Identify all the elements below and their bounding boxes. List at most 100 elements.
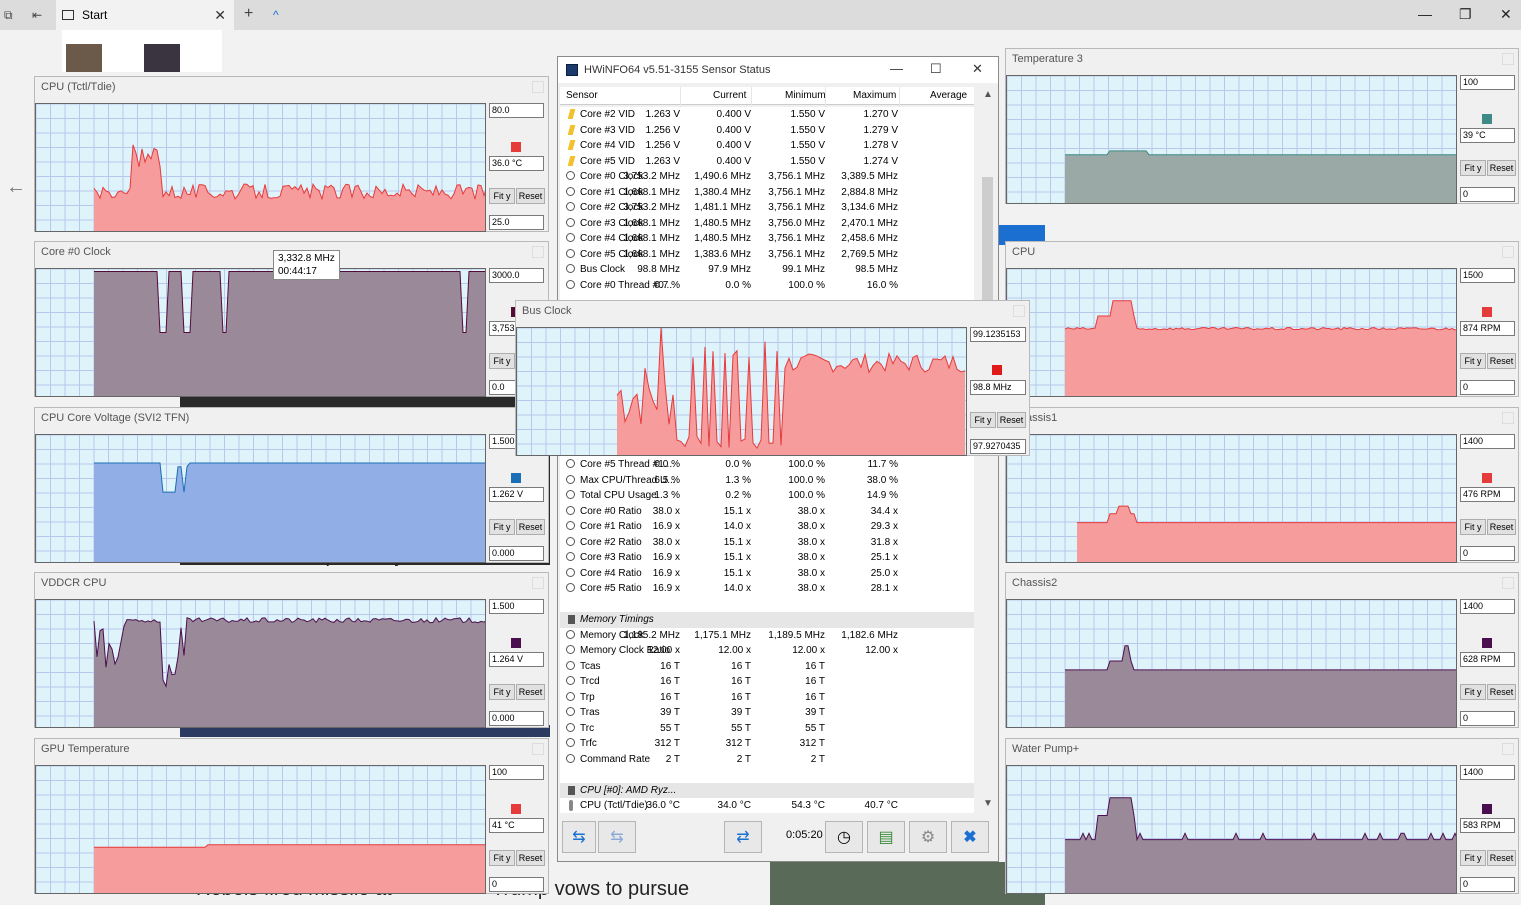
graph-max-field[interactable]: 1400 [1460, 765, 1515, 780]
graph-min-field[interactable]: 0.000 [489, 546, 544, 561]
reset-button[interactable]: Reset [1487, 353, 1516, 369]
column-header-sensor[interactable]: Sensor [566, 90, 598, 101]
graph-close-icon[interactable] [1013, 305, 1025, 317]
maximize-button[interactable]: ☐ [930, 61, 942, 77]
sensor-row[interactable] [560, 767, 974, 783]
set-aside-tabs-icon[interactable]: ⇤ [32, 8, 42, 22]
graph-close-icon[interactable] [1502, 53, 1514, 65]
graph-max-field[interactable]: 80.0 [489, 103, 544, 118]
clock-reset-icon[interactable]: ◷ [825, 821, 863, 853]
fit-y-button[interactable]: Fit y [1460, 519, 1486, 535]
graph-min-field[interactable]: 0 [1460, 380, 1515, 395]
graph-panel-cpu-tctl[interactable]: CPU (Tctl/Tdie) 80.0 36.0 °C Fit y Reset 25.0 [34, 76, 549, 232]
fit-y-button[interactable]: Fit y [970, 412, 996, 428]
tab-preview-chevron-icon[interactable]: ^ [273, 8, 279, 22]
logging-icon[interactable]: ▤ [867, 821, 905, 853]
fit-y-button[interactable]: Fit y [489, 684, 515, 700]
graph-min-field[interactable]: 97.9270435 [970, 439, 1026, 454]
fit-y-button[interactable]: Fit y [1460, 160, 1486, 176]
sensor-row[interactable]: Core #4 Clock 1,668.1 MHz 1,480.5 MHz 3,756… [560, 231, 974, 247]
graph-close-icon[interactable] [1502, 577, 1514, 589]
network-icon[interactable]: ⇄ [724, 821, 762, 853]
sensor-row[interactable]: Bus Clock 98.8 MHz 97.9 MHz 99.1 MHz 98.5 MH… [560, 262, 974, 278]
navigate-sensors-icon[interactable]: ⇆ [562, 821, 596, 853]
sensor-row[interactable]: Core #2 Clock 3,753.2 MHz 1,481.1 MHz 3,756… [560, 200, 974, 216]
graph-close-icon[interactable] [532, 577, 544, 589]
graph-panel-temperature3[interactable]: Temperature 3 100 39 °C Fit y Reset 0 [1005, 48, 1519, 204]
sensor-row[interactable]: Trp 16 T 16 T 16 T [560, 690, 974, 706]
graph-max-field[interactable]: 1400 [1460, 599, 1515, 614]
sensor-row[interactable]: Core #0 Clock 3,753.2 MHz 1,490.6 MHz 3,756… [560, 169, 974, 185]
sensor-row[interactable]: Core #3 Ratio 16.9 x 15.1 x 38.0 x 25.1 x [560, 550, 974, 566]
close-button[interactable]: ✕ [972, 61, 983, 77]
sensor-row[interactable]: Core #4 Ratio 16.9 x 15.1 x 38.0 x 25.0 x [560, 566, 974, 582]
fit-y-button[interactable]: Fit y [1460, 850, 1486, 866]
graph-max-field[interactable]: 100 [1460, 75, 1515, 90]
minimize-button[interactable]: — [1418, 6, 1432, 22]
sensor-row[interactable]: Tcas 16 T 16 T 16 T [560, 659, 974, 675]
graph-max-field[interactable]: 100 [489, 765, 544, 780]
graph-min-field[interactable]: 0 [1460, 546, 1515, 561]
reset-button[interactable]: Reset [1487, 160, 1516, 176]
minimize-button[interactable]: — [890, 61, 903, 76]
graph-panel-gpu-temp[interactable]: GPU Temperature 100 41 °C Fit y Reset 0 [34, 738, 549, 894]
graph-panel-core0-clock[interactable]: Core #0 Clock 3,332.8 MHz 00:44:17 3000.0 3,… [34, 241, 549, 397]
sensor-row[interactable]: Core #0 Ratio 38.0 x 15.1 x 38.0 x 34.4 x [560, 504, 974, 520]
fit-y-button[interactable]: Fit y [1460, 684, 1486, 700]
graph-panel-cpu-core-voltage[interactable]: CPU Core Voltage (SVI2 TFN) 1.500 1.262 VF… [34, 407, 549, 563]
sensor-row[interactable]: Core #1 Clock 1,668.1 MHz 1,380.4 MHz 3,756… [560, 185, 974, 201]
sensor-row[interactable]: Core #5 Thread #1... 0.0 % 0.0 % 100.0 % 11.… [560, 457, 974, 473]
graph-max-field[interactable]: 99.1235153 [970, 327, 1026, 342]
scroll-down-icon[interactable]: ▼ [983, 798, 993, 809]
reset-button[interactable]: Reset [516, 188, 545, 204]
close-button[interactable]: ✕ [1500, 6, 1512, 23]
sensor-row[interactable]: Memory Clock Ratio 12.00 x 12.00 x 12.00 x1… [560, 643, 974, 659]
sensor-row[interactable]: Core #4 VID 1.256 V 0.400 V 1.550 V 1.278 V [560, 138, 974, 154]
sensor-row[interactable] [560, 597, 974, 613]
series-color-swatch[interactable] [511, 638, 521, 648]
sensor-row[interactable]: Trfc 312 T 312 T 312 T [560, 736, 974, 752]
sensor-row[interactable]: Max CPU/Thread U... 6.5 % 1.3 % 100.0 % 38.0… [560, 473, 974, 489]
tab-manager-icon[interactable]: ⧉ [4, 8, 13, 23]
series-color-swatch[interactable] [511, 142, 521, 152]
graph-close-icon[interactable] [1502, 246, 1514, 258]
graph-panel-fan-cpu[interactable]: CPU 1500 874 RPM Fit y Reset 0 [1005, 241, 1519, 397]
sensor-row[interactable]: Core #0 Thread #0... 0.7 % 0.0 % 100.0 % 16.… [560, 278, 974, 294]
graph-max-field[interactable]: 1400 [1460, 434, 1515, 449]
series-color-swatch[interactable] [511, 804, 521, 814]
column-header-maximum[interactable]: Maximum [853, 90, 896, 101]
sensor-row[interactable]: Memory Clock 1,185.2 MHz 1,175.1 MHz 1,189.… [560, 628, 974, 644]
reset-button[interactable]: Reset [1487, 684, 1516, 700]
close-x-icon[interactable]: ✖ [951, 821, 989, 853]
reset-button[interactable]: Reset [997, 412, 1026, 428]
series-color-swatch[interactable] [1482, 638, 1492, 648]
sensor-row[interactable]: Core #5 Clock 1,668.1 MHz 1,383.6 MHz 3,756… [560, 247, 974, 263]
sensor-row[interactable]: Core #5 Ratio 16.9 x 14.0 x 38.0 x 28.1 x [560, 581, 974, 597]
settings-gear-icon[interactable]: ⚙ [909, 821, 947, 853]
sensor-row[interactable]: Trcd 16 T 16 T 16 T [560, 674, 974, 690]
graph-min-field[interactable]: 0 [1460, 187, 1515, 202]
sensor-row[interactable]: Command Rate 2 T 2 T 2 T [560, 752, 974, 768]
tab-preview-thumbnail[interactable] [62, 30, 222, 72]
fit-y-button[interactable]: Fit y [489, 519, 515, 535]
graph-max-field[interactable]: 3000.0 [489, 268, 544, 283]
graph-min-field[interactable]: 0.000 [489, 711, 544, 726]
column-header-current[interactable]: Current [713, 90, 746, 101]
reset-button[interactable]: Reset [1487, 850, 1516, 866]
sensor-row[interactable]: CPU (Tctl/Tdie) 36.0 °C 34.0 °C 54.3 °C 40.7… [560, 798, 974, 814]
graph-min-field[interactable]: 0 [1460, 711, 1515, 726]
window-titlebar[interactable]: HWiNFO64 v5.51-3155 Sensor Status — ☐ ✕ [558, 57, 998, 83]
graph-panel-water-pump[interactable]: Water Pump+ 1400 583 RPM Fit y Reset 0 [1005, 738, 1519, 894]
column-header-average[interactable]: Average [930, 90, 967, 101]
series-color-swatch[interactable] [1482, 473, 1492, 483]
graph-min-field[interactable]: 0 [1460, 877, 1515, 892]
graph-close-icon[interactable] [532, 743, 544, 755]
navigate-groups-icon[interactable]: ⇆ [598, 821, 636, 853]
reset-button[interactable]: Reset [516, 519, 545, 535]
reset-button[interactable]: Reset [516, 850, 545, 866]
restore-button[interactable]: ❐ [1459, 6, 1472, 23]
sensor-row[interactable]: Core #2 VID 1.263 V 0.400 V 1.550 V 1.270 V [560, 107, 974, 123]
sensor-row[interactable]: Core #1 Ratio 16.9 x 14.0 x 38.0 x 29.3 x [560, 519, 974, 535]
graph-close-icon[interactable] [532, 81, 544, 93]
sensor-row[interactable]: Tras 39 T 39 T 39 T [560, 705, 974, 721]
